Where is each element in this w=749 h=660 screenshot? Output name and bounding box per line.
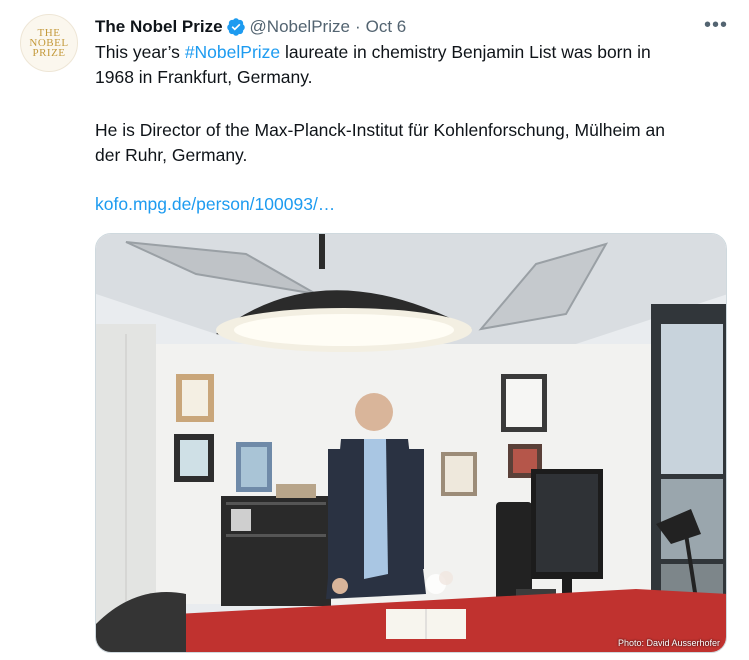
text-line1-prefix: This year’s — [95, 42, 185, 62]
tweet-paragraph-1: This year’s #NobelPrize laureate in chem… — [95, 40, 735, 90]
avatar-line-3: PRIZE — [32, 47, 66, 59]
text-para2-line2: der Ruhr, Germany. — [95, 145, 248, 165]
tweet[interactable]: THE NOBEL PRIZE The Nobel Prize @NobelPr… — [0, 0, 749, 660]
separator-dot: · — [354, 17, 361, 36]
tweet-paragraph-2: He is Director of the Max-Planck-Institu… — [95, 118, 735, 168]
hashtag-link[interactable]: #NobelPrize — [185, 42, 280, 62]
text-para2-line1: He is Director of the Max-Planck-Institu… — [95, 120, 665, 140]
tweet-header: The Nobel Prize @NobelPrize · Oct 6 — [95, 16, 406, 38]
office-photo-illustration — [96, 234, 726, 652]
author-handle[interactable]: @NobelPrize — [250, 17, 350, 37]
author-name[interactable]: The Nobel Prize — [95, 17, 223, 37]
text-line1-suffix: laureate in chemistry Benjamin List was … — [280, 42, 651, 62]
tweet-paragraph-3: kofo.mpg.de/person/100093/… — [95, 192, 735, 217]
text-line2: 1968 in Frankfurt, Germany. — [95, 67, 313, 87]
tweet-photo[interactable]: Photo: David Ausserhofer — [95, 233, 727, 653]
tweet-date[interactable]: Oct 6 — [366, 17, 407, 37]
avatar[interactable]: THE NOBEL PRIZE — [20, 14, 78, 72]
verified-badge-icon — [226, 18, 245, 36]
more-options-icon[interactable]: ••• — [704, 15, 728, 38]
photo-credit: Photo: David Ausserhofer — [617, 638, 720, 648]
external-link[interactable]: kofo.mpg.de/person/100093/… — [95, 194, 335, 214]
